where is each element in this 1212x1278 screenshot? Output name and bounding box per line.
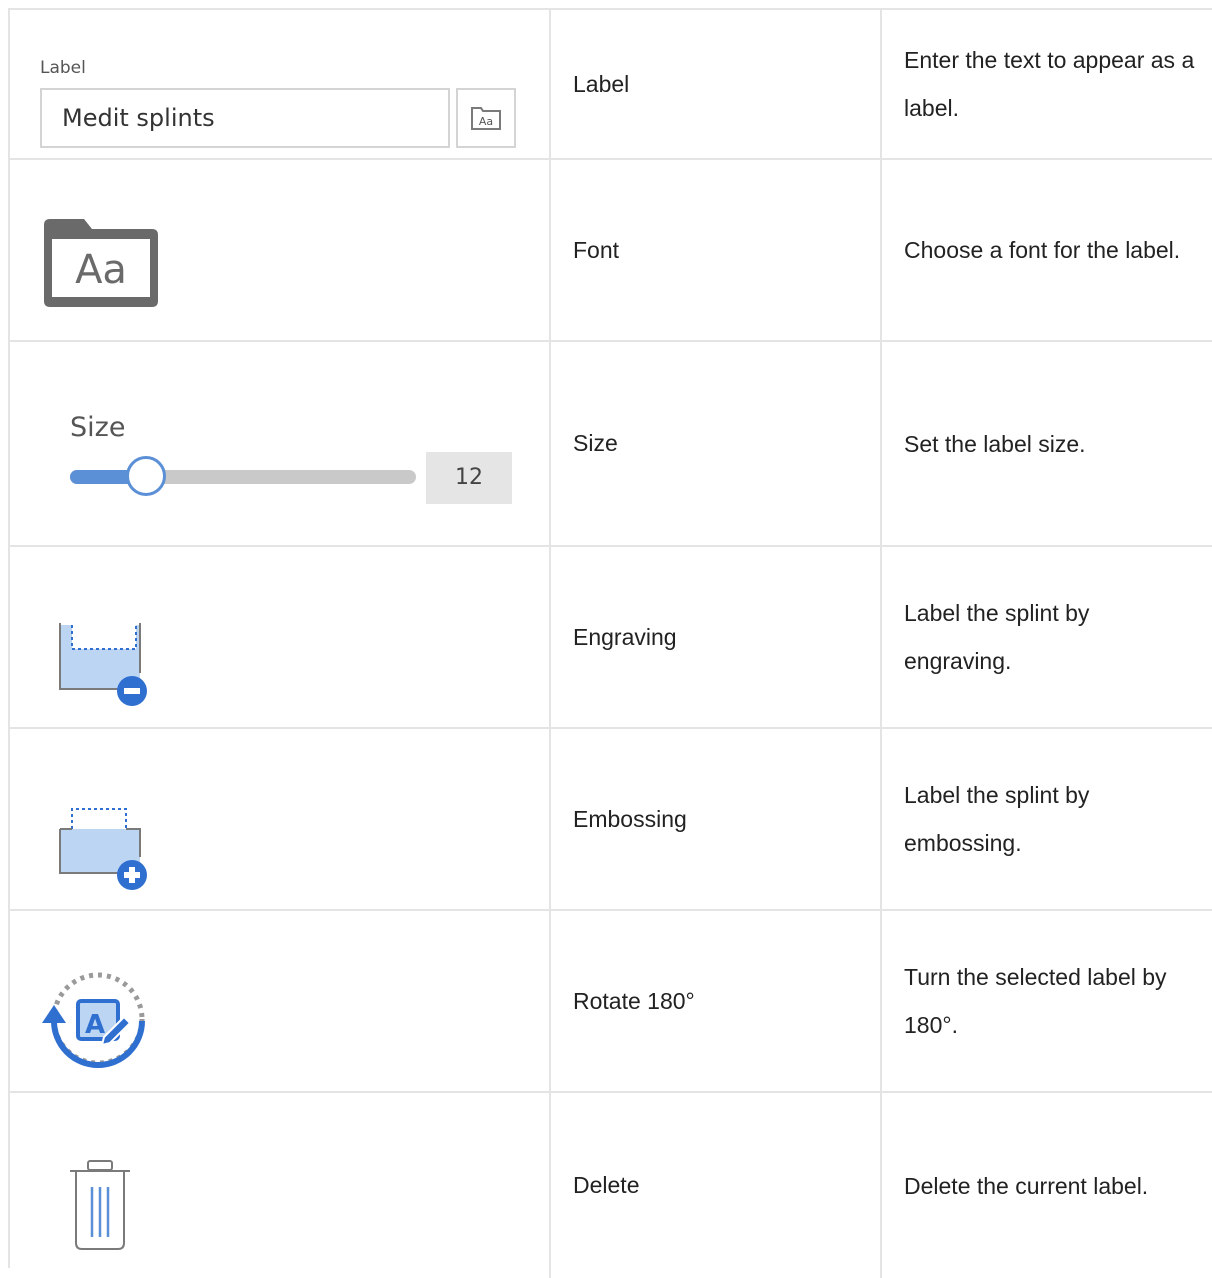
row-name: Font	[551, 160, 882, 340]
table-row-engraving: Engraving Label the splint by engraving.	[10, 547, 1212, 729]
label-text-input[interactable]: Medit splints	[40, 88, 450, 148]
size-slider[interactable]	[70, 456, 416, 496]
size-caption: Size	[70, 412, 126, 443]
row-description: Label the splint by embossing.	[904, 782, 1090, 856]
font-icon-cell: Aa	[10, 160, 551, 340]
rotate-icon[interactable]: A	[40, 961, 160, 1081]
embossing-icon-cell	[10, 729, 551, 909]
row-name: Delete	[551, 1093, 882, 1278]
row-name: Rotate 180°	[551, 911, 882, 1091]
size-widget-cell: Size 12	[10, 342, 551, 545]
row-description: Enter the text to appear as a label.	[904, 47, 1195, 121]
font-folder-icon: Aa	[471, 107, 501, 130]
row-name: Label	[551, 10, 882, 158]
svg-text:A: A	[85, 1010, 105, 1040]
table-row-font: Aa Font Choose a font for the label.	[10, 160, 1212, 342]
label-field-caption: Label	[40, 58, 86, 78]
row-description: Turn the selected label by 180°.	[904, 964, 1167, 1038]
engrave-icon[interactable]	[56, 617, 156, 707]
row-name: Size	[551, 342, 882, 545]
rotate-icon-cell: A	[10, 911, 551, 1091]
font-select-button[interactable]: Aa	[456, 88, 516, 148]
row-name: Embossing	[551, 729, 882, 909]
emboss-icon[interactable]	[56, 801, 156, 891]
label-widget-cell: Label Medit splints Aa	[10, 10, 551, 158]
trash-icon[interactable]	[60, 1157, 140, 1257]
table-row-size: Size 12 Size Set the label size.	[10, 342, 1212, 547]
row-description: Choose a font for the label.	[904, 237, 1181, 263]
options-table: Label Medit splints Aa Label Enter the t…	[8, 8, 1212, 1278]
row-description: Label the splint by engraving.	[904, 600, 1090, 674]
row-description: Delete the current label.	[904, 1172, 1149, 1199]
size-value-box[interactable]: 12	[426, 452, 512, 504]
svg-text:Aa: Aa	[479, 115, 493, 128]
engraving-icon-cell	[10, 547, 551, 727]
delete-icon-cell	[10, 1093, 551, 1278]
table-row-embossing: Embossing Label the splint by embossing.	[10, 729, 1212, 911]
table-row-label: Label Medit splints Aa Label Enter the t…	[10, 10, 1212, 160]
table-row-rotate: A Rotate 180° Turn the selected label by…	[10, 911, 1212, 1093]
row-description: Set the label size.	[904, 430, 1086, 457]
font-folder-icon[interactable]: Aa	[40, 215, 162, 315]
table-row-delete: Delete Delete the current label.	[10, 1093, 1212, 1278]
size-slider-thumb[interactable]	[126, 456, 166, 496]
svg-text:Aa: Aa	[75, 247, 127, 293]
row-name: Engraving	[551, 547, 882, 727]
